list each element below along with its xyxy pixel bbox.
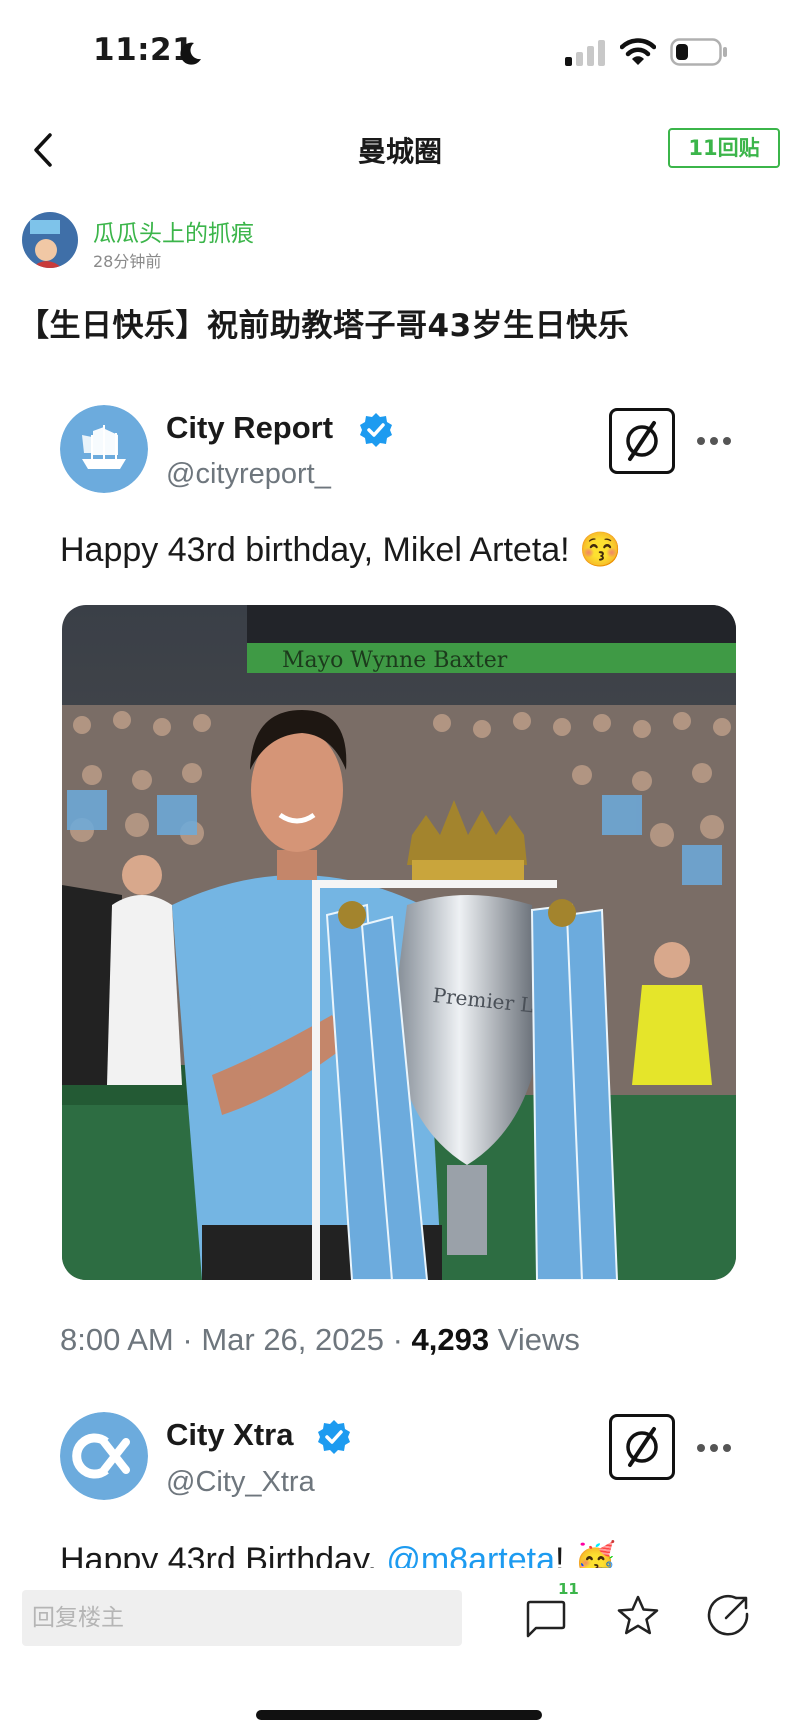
tweet-views-count: 4,293 [411, 1322, 490, 1357]
signal-icon [565, 40, 605, 66]
battery-icon [670, 38, 727, 66]
grok-icon [626, 421, 658, 461]
verified-badge-icon [318, 1420, 350, 1454]
comment-count-badge: 11 [558, 1580, 579, 1598]
tweet-handle[interactable]: @City_Xtra [166, 1466, 315, 1499]
share-icon[interactable] [706, 1592, 752, 1638]
home-indicator[interactable] [256, 1710, 542, 1720]
meta-separator: · [392, 1322, 412, 1357]
moon-icon [180, 42, 201, 65]
reply-count-button[interactable]: 11回贴 [668, 128, 780, 168]
bottom-bar: 回复楼主 11 [0, 1568, 800, 1734]
tweet-date: Mar 26, 2025 [201, 1322, 384, 1357]
more-options-icon[interactable] [696, 436, 732, 446]
kissing-emoji: 😚 [579, 531, 622, 569]
tweet-photo[interactable]: Mayo Wynne Baxter Premier League [62, 605, 736, 1280]
tweet-time: 8:00 AM [60, 1322, 174, 1357]
verified-badge-icon [360, 413, 392, 447]
comment-icon[interactable] [522, 1594, 570, 1642]
author-name[interactable]: 瓜瓜头上的抓痕 [93, 214, 254, 248]
tweet-handle[interactable]: @cityreport_ [166, 458, 331, 491]
tweet-views-label: Views [497, 1322, 580, 1357]
post-time: 28分钟前 [93, 252, 162, 271]
grok-button[interactable] [609, 1414, 675, 1480]
tweet-author-name[interactable]: City Xtra [166, 1417, 293, 1453]
wifi-icon [620, 38, 656, 65]
more-options-icon[interactable] [696, 1443, 732, 1453]
post-title: 【生日快乐】祝前助教塔子哥43岁生日快乐 [18, 308, 630, 344]
meta-separator: · [182, 1322, 202, 1357]
status-bar: 11:21 [0, 0, 800, 100]
tweet-meta: 8:00 AM · Mar 26, 2025 · 4,293 Views [60, 1322, 580, 1358]
tweet-text: Happy 43rd birthday, Mikel Arteta! 😚 [60, 530, 621, 570]
tweet-text-body: Happy 43rd birthday, Mikel Arteta! [60, 531, 570, 569]
stadium-banner: Mayo Wynne Baxter [282, 648, 508, 673]
nav-bar: 曼城圈 11回贴 [0, 110, 800, 190]
city-xtra-avatar[interactable] [60, 1412, 148, 1500]
tweet-author-name[interactable]: City Report [166, 410, 333, 446]
grok-button[interactable] [609, 408, 675, 474]
city-report-avatar[interactable] [60, 405, 148, 493]
avatar[interactable] [22, 212, 78, 268]
star-icon[interactable] [614, 1592, 662, 1640]
grok-icon [626, 1427, 658, 1467]
reply-input[interactable]: 回复楼主 [22, 1590, 462, 1646]
